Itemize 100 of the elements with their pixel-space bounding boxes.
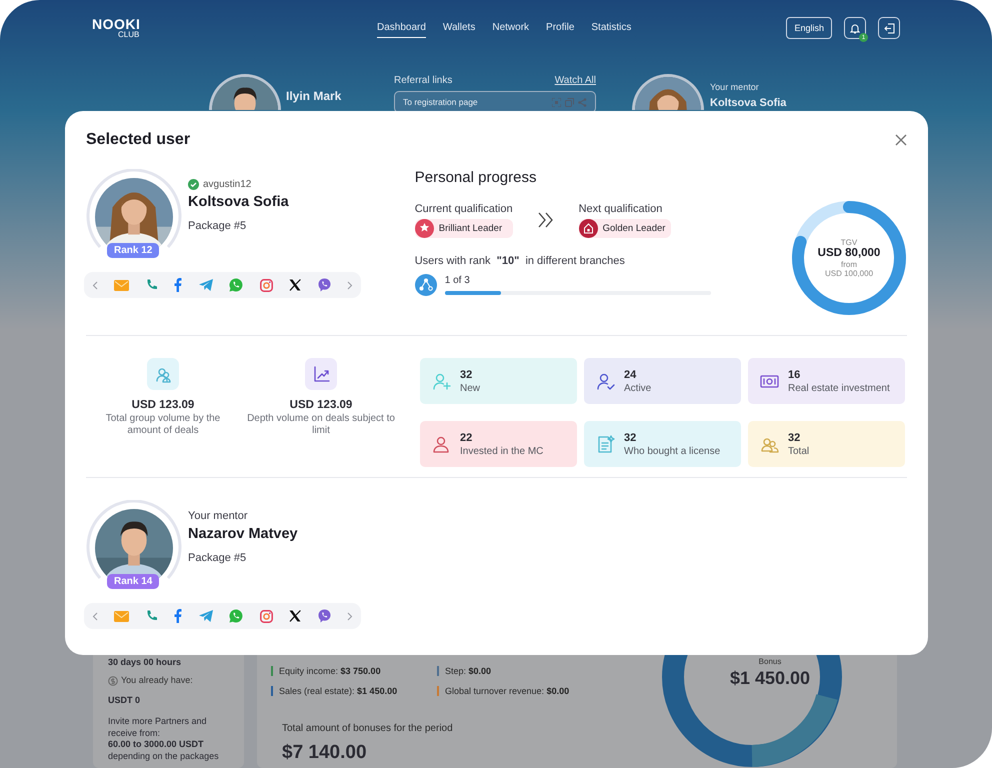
x-logo-icon[interactable] xyxy=(289,279,302,291)
stat-value: 22 xyxy=(460,432,474,444)
nav-link[interactable]: Network xyxy=(492,18,530,38)
tgv-value: USD 80,000 xyxy=(818,246,880,260)
viber-icon[interactable] xyxy=(318,609,330,623)
volume-value: USD 123.09 xyxy=(290,399,352,411)
stat-label: Who bought a license xyxy=(624,446,720,456)
nav-link[interactable]: Dashboard xyxy=(377,18,426,38)
bonus-range: 60.00 to 3000.00 USDT xyxy=(108,739,205,752)
chevron-right-icon[interactable] xyxy=(346,280,353,290)
facebook-icon[interactable] xyxy=(174,609,182,623)
logo-subtitle: CLUB xyxy=(118,31,140,39)
bonus-label: Bonus xyxy=(758,657,782,666)
rank-badge: Rank 14 xyxy=(107,574,160,589)
paper-plane-icon[interactable] xyxy=(198,610,213,622)
nav-link[interactable]: Profile xyxy=(546,18,574,38)
referral-title: Referral links xyxy=(394,75,452,86)
watch-all-link[interactable]: Watch All xyxy=(554,75,596,86)
referral-link-text: To registration page xyxy=(403,97,478,107)
nav-link[interactable]: Wallets xyxy=(442,18,476,38)
volume-description: Total group volume by the amount of deals xyxy=(104,413,222,437)
mentor-name: Koltsova Sofia xyxy=(710,97,786,109)
income-line: Equity income: $3 750.00 xyxy=(271,666,437,676)
tgv-target: USD 100,000 xyxy=(824,269,874,278)
house-medal-icon xyxy=(578,219,598,238)
branches-text: Users with rank "10" in different branches xyxy=(414,255,626,267)
phone-icon[interactable] xyxy=(146,610,158,622)
share-icon[interactable] xyxy=(578,98,587,106)
double-chevron-icon xyxy=(536,211,555,229)
username: avgustin12 xyxy=(203,179,252,190)
stat-value: 16 xyxy=(788,368,802,380)
user-name: Koltsova Sofia xyxy=(188,194,289,210)
mentor-label: Your mentor xyxy=(188,510,249,522)
balance-label: You already have: xyxy=(121,674,193,686)
timer-text: 30 days 00 hours xyxy=(108,657,182,669)
close-icon[interactable] xyxy=(895,134,907,146)
instagram-icon[interactable] xyxy=(260,610,273,622)
qualification-label: Current qualification xyxy=(414,203,513,215)
phone-icon[interactable] xyxy=(146,279,158,291)
whatsapp-icon[interactable] xyxy=(229,609,244,623)
stat-label: Total xyxy=(788,446,810,456)
tgv-from-label: from xyxy=(841,260,857,270)
dollar-circle-icon xyxy=(108,676,118,686)
stat-label: New xyxy=(460,382,480,394)
progress-count: 1 of 3 xyxy=(444,275,471,286)
income-line: Sales (real estate): $1 450.00 xyxy=(271,686,437,696)
stat-value: 32 xyxy=(460,368,474,380)
package-label: Package #5 xyxy=(188,220,248,232)
chevron-left-icon[interactable] xyxy=(92,280,98,290)
branches-icon xyxy=(414,274,437,296)
packages-note: depending on the packages xyxy=(108,751,220,763)
viber-icon[interactable] xyxy=(318,278,330,292)
balance-value: USDT 0 xyxy=(108,695,142,708)
qualification-label: Next qualification xyxy=(578,203,664,215)
rank-badge: Rank 12 xyxy=(107,243,160,258)
referral-link-field[interactable]: To registration page xyxy=(394,91,596,113)
envelope-icon[interactable] xyxy=(114,280,130,290)
qualification-chip: Brilliant Leader xyxy=(414,219,513,238)
dialog-title: Selected user xyxy=(86,131,190,149)
stat-value: 32 xyxy=(624,432,638,444)
stat-label: Invested in the MC xyxy=(460,446,544,456)
total-label: Total amount of bonuses for the period xyxy=(282,723,454,734)
paper-plane-icon[interactable] xyxy=(198,279,213,291)
logo[interactable]: NOOKI xyxy=(92,17,377,31)
facebook-icon[interactable] xyxy=(174,278,182,292)
logout-icon xyxy=(884,22,894,34)
income-line: Step: $0.00 xyxy=(437,666,637,676)
invite-text: Invite more Partners and receive from: xyxy=(108,716,208,740)
person-plus-icon xyxy=(432,372,451,390)
envelope-icon[interactable] xyxy=(114,610,130,622)
section-title: Personal progress xyxy=(414,169,538,186)
mentor-label: Your mentor xyxy=(710,82,760,92)
volume-value: USD 123.09 xyxy=(132,399,194,411)
package-label: Package #5 xyxy=(188,552,248,564)
chevron-left-icon[interactable] xyxy=(92,612,98,620)
qualification-chip: Golden Leader xyxy=(578,219,672,238)
instagram-icon[interactable] xyxy=(260,278,273,292)
language-button[interactable]: English xyxy=(786,17,832,39)
stat-value: 24 xyxy=(624,368,638,380)
person-icon xyxy=(432,434,451,454)
stat-value: 32 xyxy=(788,432,802,444)
user-name: Ilyin Mark xyxy=(286,89,342,103)
person-check-icon xyxy=(596,372,615,390)
chevron-right-icon[interactable] xyxy=(346,612,353,620)
stat-label: Real estate investment xyxy=(788,382,890,394)
chart-icon xyxy=(312,364,330,384)
document-icon xyxy=(596,434,615,454)
whatsapp-icon[interactable] xyxy=(229,278,244,292)
star-medal-icon xyxy=(414,219,434,238)
logout-button[interactable] xyxy=(878,17,900,39)
user-name: Nazarov Matvey xyxy=(188,526,298,542)
nav-link[interactable]: Statistics xyxy=(591,18,632,38)
x-logo-icon[interactable] xyxy=(289,610,302,622)
income-line: Global turnover revenue: $0.00 xyxy=(437,686,637,696)
tgv-label: TGV xyxy=(840,238,858,247)
volume-description: Depth volume on deals subject to limit xyxy=(246,413,396,437)
total-value: $7 140.00 xyxy=(282,742,368,764)
bonus-value: $1 450.00 xyxy=(728,668,812,689)
stat-label: Active xyxy=(624,382,652,394)
bell-icon xyxy=(850,22,860,34)
